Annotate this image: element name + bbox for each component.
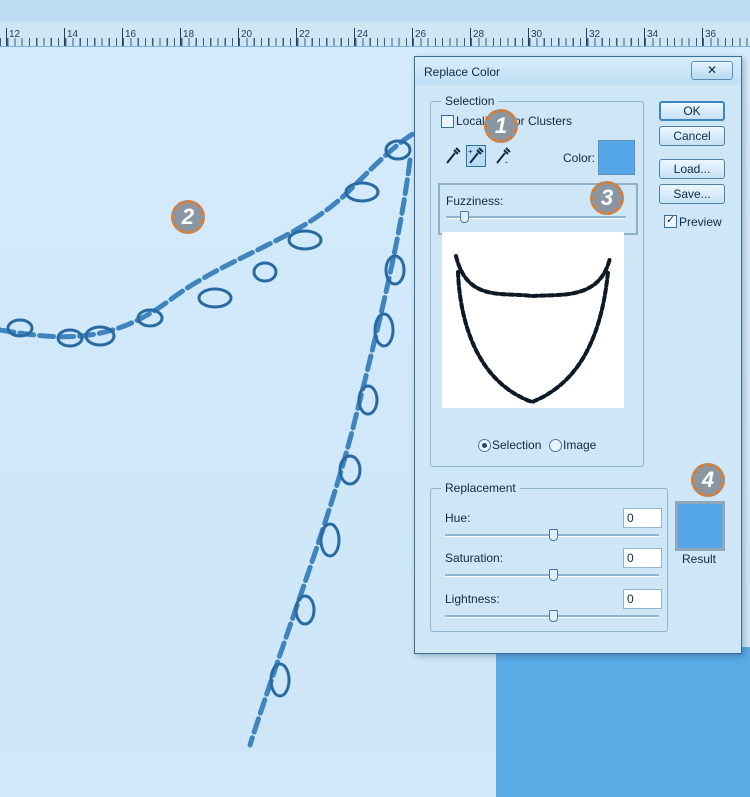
localized-label-end: or Clusters	[514, 114, 573, 128]
saturation-slider-thumb[interactable]	[549, 569, 558, 581]
localized-clusters-checkbox[interactable]	[441, 115, 454, 128]
image-radio-label: Image	[563, 438, 597, 452]
step-marker-4: 4	[691, 463, 725, 497]
cancel-button[interactable]: Cancel	[659, 126, 725, 146]
selection-group-label: Selection	[441, 94, 499, 108]
replacement-group-label: Replacement	[441, 481, 520, 495]
load-button[interactable]: Load...	[659, 159, 725, 179]
hue-slider-thumb[interactable]	[549, 529, 558, 541]
result-label: Result	[682, 552, 717, 566]
dialog-title: Replace Color	[424, 65, 501, 79]
save-button[interactable]: Save...	[659, 184, 725, 204]
saturation-label: Saturation:	[445, 551, 504, 565]
hue-label: Hue:	[445, 511, 471, 525]
selection-color-swatch[interactable]	[598, 140, 635, 175]
step-marker-3: 3	[590, 181, 624, 215]
fuzziness-slider-thumb[interactable]	[460, 211, 469, 223]
step-marker-1: 1	[484, 109, 518, 143]
preview-label: Preview	[679, 215, 722, 229]
selection-radio[interactable]	[478, 439, 491, 452]
selection-preview	[442, 232, 624, 408]
selection-radio-label: Selection	[492, 438, 542, 452]
subtract-from-sample-eyedropper-icon[interactable]: -	[494, 146, 512, 166]
dialog-title-bar[interactable]: Replace Color ✕	[415, 57, 741, 85]
localized-label-start: Locali	[456, 114, 488, 128]
step-marker-2: 2	[171, 200, 205, 234]
svg-text:+: +	[468, 147, 473, 156]
image-radio[interactable]	[549, 439, 562, 452]
result-color-swatch[interactable]	[675, 501, 725, 551]
lightness-input[interactable]: 0	[623, 589, 662, 609]
hue-input[interactable]: 0	[623, 508, 662, 528]
eyedropper-icon[interactable]	[444, 146, 462, 166]
saturation-input[interactable]: 0	[623, 548, 662, 568]
fuzziness-label: Fuzziness:	[446, 194, 504, 208]
add-to-sample-eyedropper-icon[interactable]: +	[466, 145, 486, 167]
lightness-slider-thumb[interactable]	[549, 610, 558, 622]
ok-button[interactable]: OK	[659, 101, 725, 121]
fuzziness-slider-track[interactable]	[446, 216, 626, 219]
preview-checkbox[interactable]	[664, 213, 677, 228]
color-label: Color:	[563, 151, 596, 165]
svg-text:-: -	[505, 157, 508, 166]
lightness-label: Lightness:	[445, 592, 500, 606]
selection-mask-image	[454, 254, 612, 405]
close-button[interactable]: ✕	[691, 61, 733, 80]
